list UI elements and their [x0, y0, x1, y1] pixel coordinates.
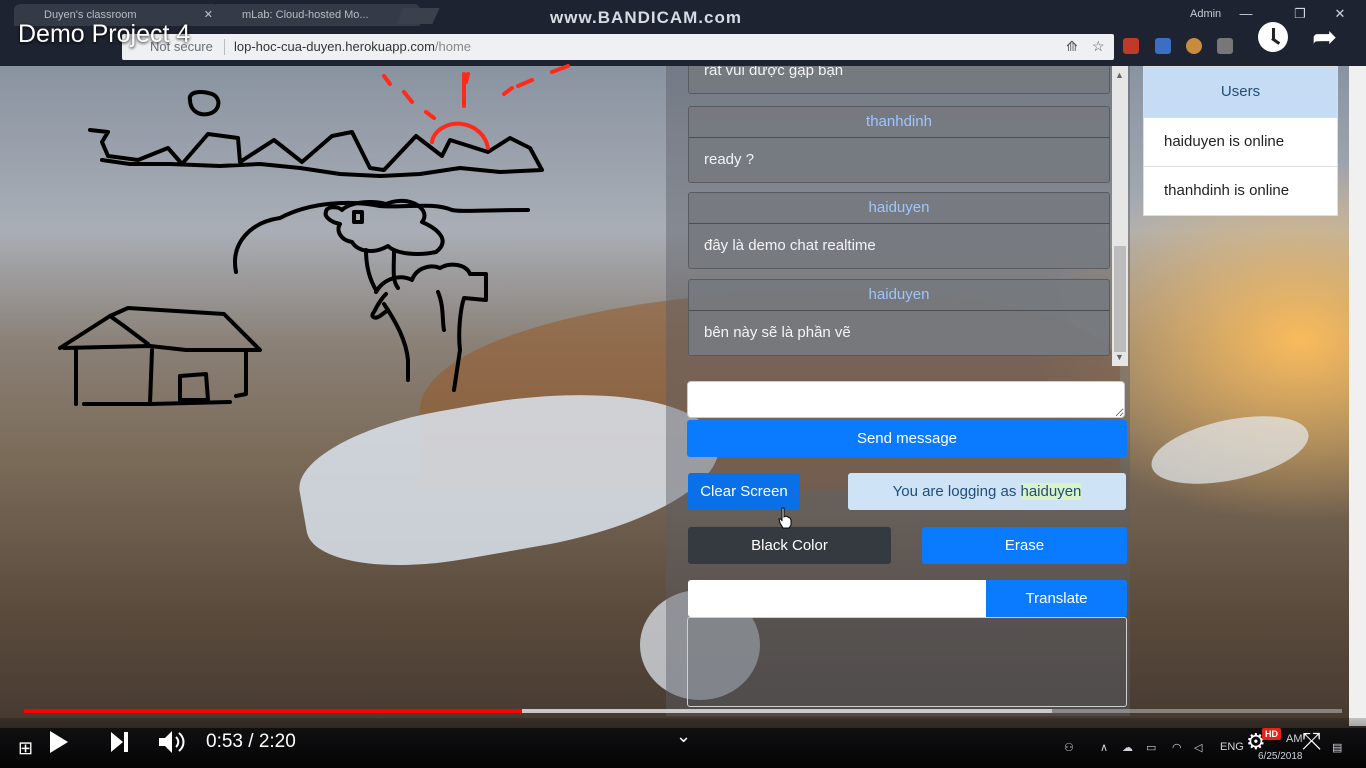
volume-icon[interactable] [158, 729, 188, 755]
drawing-canvas[interactable] [40, 60, 580, 420]
play-icon[interactable] [48, 730, 70, 754]
red-sun-strokes [382, 64, 570, 150]
scroll-down-icon[interactable]: ▼ [1115, 352, 1124, 362]
extension-icon[interactable] [1155, 38, 1171, 54]
taskbar-clock: AM [1286, 733, 1303, 745]
users-header: Users [1144, 67, 1337, 117]
translate-button[interactable]: Translate [986, 580, 1127, 617]
profile-label[interactable]: Admin [1190, 8, 1221, 20]
chevron-down-icon[interactable]: ⌄ [676, 726, 691, 747]
users-panel: Users haiduyen is online thanhdinh is on… [1143, 66, 1338, 216]
message-item: rất vui được gặp bạn [688, 66, 1110, 94]
message-text: rất vui được gặp bạn [704, 66, 844, 79]
new-tab-button[interactable] [396, 8, 440, 24]
message-scrollbar[interactable]: ▲ ▼ [1112, 66, 1128, 366]
share-icon[interactable]: ➦ [1312, 20, 1337, 55]
scroll-up-icon[interactable]: ▲ [1115, 70, 1124, 80]
video-played [24, 709, 523, 713]
message-list[interactable]: rất vui được gặp bạn thanhdinh ready ? h… [688, 66, 1112, 366]
login-username: haiduyen [1020, 483, 1082, 500]
black-color-button[interactable]: Black Color [688, 527, 891, 564]
scroll-thumb[interactable] [1114, 246, 1126, 352]
message-input[interactable] [687, 381, 1125, 418]
black-sketch-strokes [58, 90, 544, 406]
video-progress-bar[interactable] [24, 709, 1342, 713]
message-username: haiduyen [689, 193, 1109, 224]
browser-chrome: Duyen's classroom ✕ mLab: Cloud-hosted M… [0, 0, 1366, 66]
taskbar-date: 6/25/2018 [1258, 751, 1303, 762]
speaker-icon[interactable]: ◁ [1194, 741, 1202, 754]
message-text: ready ? [704, 151, 755, 168]
bookmark-star-icon[interactable]: ☆ [1092, 38, 1105, 55]
message-item: haiduyen bên này sẽ là phần vẽ [688, 279, 1110, 356]
tab-mlab[interactable]: mLab: Cloud-hosted Mo... ✕ [212, 4, 420, 26]
tray-chevron-icon[interactable]: ∧ [1100, 741, 1108, 754]
language-indicator[interactable]: ENG [1220, 741, 1244, 753]
send-message-button[interactable]: Send message [687, 420, 1127, 457]
translate-page-icon[interactable]: ⟰ [1066, 38, 1078, 55]
hd-badge: HD [1262, 728, 1281, 740]
translate-output[interactable] [687, 617, 1127, 707]
user-item: thanhdinh is online [1144, 166, 1337, 215]
extension-icon[interactable] [1123, 38, 1139, 54]
bandicam-watermark: www.BANDICAM.com [550, 8, 742, 27]
message-item: haiduyen đây là demo chat realtime [688, 192, 1110, 269]
message-username: haiduyen [689, 280, 1109, 311]
login-status: You are logging as haiduyen [848, 473, 1126, 510]
windows-start-icon[interactable]: ⊞ [18, 738, 33, 759]
message-text: bên này sẽ là phần vẽ [704, 324, 851, 341]
message-item: thanhdinh ready ? [688, 106, 1110, 183]
message-text: đây là demo chat realtime [704, 237, 876, 254]
fullscreen-exit-icon[interactable]: ⤧ [1302, 728, 1321, 756]
wifi-icon[interactable]: ◠ [1172, 741, 1182, 754]
user-item: haiduyen is online [1144, 117, 1337, 166]
video-title[interactable]: Demo Project 4 [18, 20, 190, 49]
next-video-icon[interactable] [110, 731, 130, 753]
erase-button[interactable]: Erase [922, 527, 1127, 564]
cloud-icon[interactable]: ☁ [1122, 741, 1133, 754]
message-username: thanhdinh [689, 107, 1109, 138]
snow-patch [1145, 404, 1315, 496]
hand-cursor-icon [778, 507, 792, 529]
page-scrollbar[interactable] [1349, 66, 1366, 726]
people-icon[interactable]: ⚇ [1064, 741, 1074, 754]
watch-later-icon[interactable] [1258, 22, 1288, 52]
notifications-icon[interactable]: ▤ [1332, 741, 1342, 754]
battery-icon[interactable]: ▭ [1146, 741, 1156, 754]
translate-input[interactable] [688, 580, 986, 617]
url-text[interactable]: lop-hoc-cua-duyen.herokuapp.com/home [234, 39, 471, 54]
clear-screen-button[interactable]: Clear Screen [688, 473, 800, 510]
address-bar[interactable]: Not secure lop-hoc-cua-duyen.herokuapp.c… [122, 34, 1114, 60]
extension-icon[interactable] [1186, 38, 1202, 54]
minimize-icon[interactable]: — [1228, 4, 1264, 24]
extension-icon[interactable] [1217, 38, 1233, 54]
video-time: 0:53 / 2:20 [206, 731, 296, 752]
